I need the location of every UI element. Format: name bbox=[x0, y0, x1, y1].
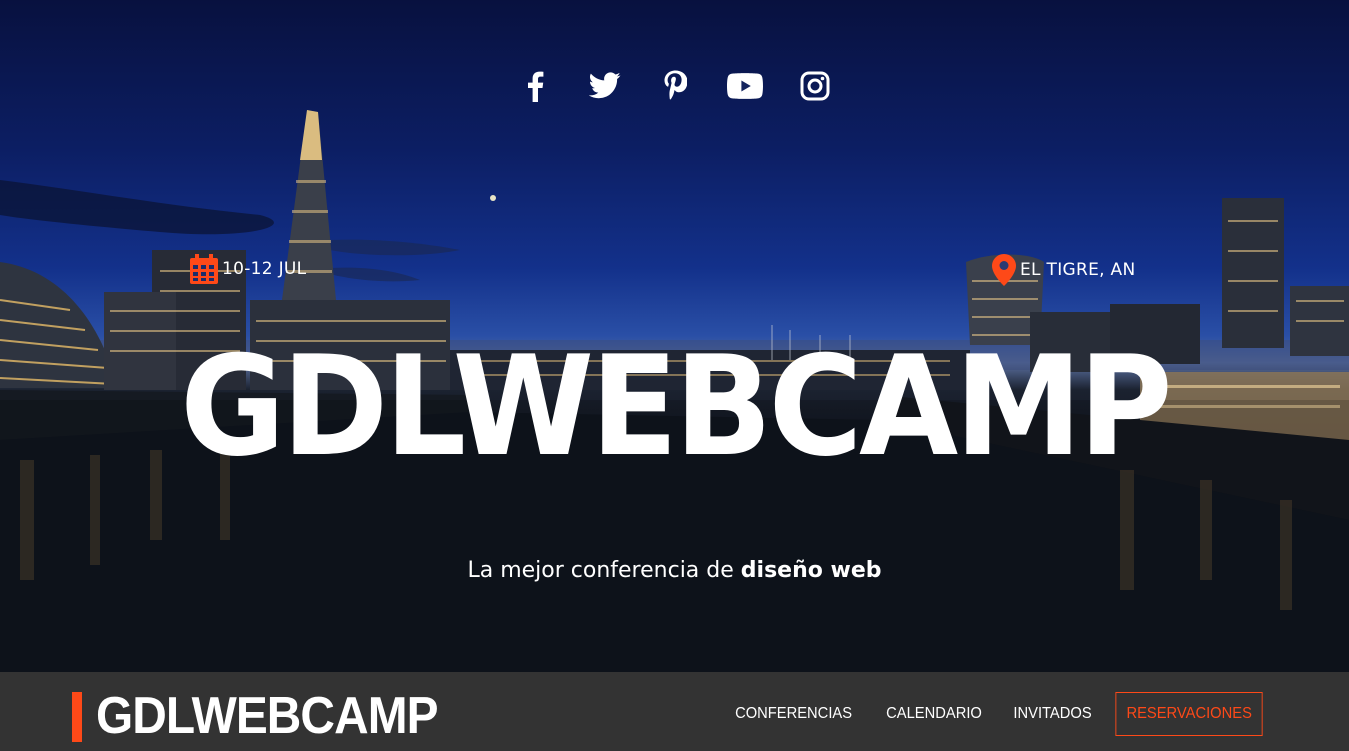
facebook-link[interactable] bbox=[503, 66, 567, 106]
facebook-icon bbox=[527, 71, 543, 102]
twitter-link[interactable] bbox=[573, 66, 637, 106]
navbar: GDLWEBCAMP CONFERENCIAS CALENDARIO INVIT… bbox=[0, 672, 1349, 751]
tagline-text: La mejor conferencia de bbox=[467, 558, 741, 583]
social-links bbox=[0, 66, 1349, 106]
logo-text: GDLWEBCAMP bbox=[96, 687, 439, 745]
nav-item-conferencias[interactable]: CONFERENCIAS bbox=[724, 693, 863, 735]
youtube-link[interactable] bbox=[713, 66, 777, 106]
twitter-icon bbox=[588, 72, 620, 99]
nav-item-reservaciones[interactable]: RESERVACIONES bbox=[1115, 692, 1263, 736]
instagram-icon bbox=[800, 71, 829, 101]
site-logo[interactable]: GDLWEBCAMP bbox=[72, 690, 467, 742]
event-location-text: EL TIGRE, AN bbox=[1020, 260, 1136, 280]
tagline-highlight: diseño web bbox=[740, 558, 882, 583]
event-location: EL TIGRE, AN bbox=[992, 254, 1136, 286]
instagram-link[interactable] bbox=[783, 66, 847, 106]
pinterest-icon bbox=[664, 70, 687, 100]
map-marker-icon bbox=[992, 254, 1016, 286]
pinterest-link[interactable] bbox=[643, 66, 707, 106]
nav-item-calendario[interactable]: CALENDARIO bbox=[875, 693, 993, 735]
event-date-text: 10-12 JUL bbox=[222, 259, 307, 279]
hero-section: 10-12 JUL EL TIGRE, AN GDLWEBCAMP La mej… bbox=[0, 0, 1349, 672]
event-date: 10-12 JUL bbox=[190, 254, 306, 284]
youtube-icon bbox=[726, 73, 763, 99]
hero-tagline: La mejor conferencia de diseño web bbox=[0, 558, 1349, 583]
calendar-icon bbox=[190, 254, 218, 284]
main-nav: CONFERENCIAS CALENDARIO INVITADOS RESERV… bbox=[718, 692, 1269, 736]
hero-title: GDLWEBCAMP bbox=[180, 326, 1173, 487]
nav-item-invitados[interactable]: INVITADOS bbox=[1002, 693, 1102, 735]
logo-accent-bar bbox=[72, 692, 82, 742]
